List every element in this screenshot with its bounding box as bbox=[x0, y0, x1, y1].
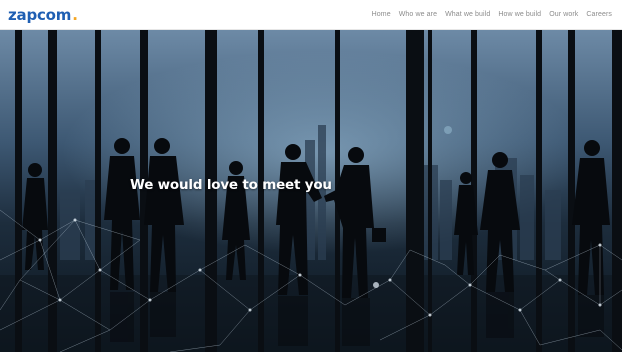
site-header: zapcom. Home Who we are What we build Ho… bbox=[0, 0, 622, 30]
main-nav: Home Who we are What we build How we bui… bbox=[372, 11, 612, 18]
logo-dot: . bbox=[72, 5, 78, 24]
nav-what-we-build[interactable]: What we build bbox=[445, 11, 490, 18]
nav-who-we-are[interactable]: Who we are bbox=[399, 11, 437, 18]
zapcom-logo[interactable]: zapcom. bbox=[8, 6, 78, 24]
nav-how-we-build[interactable]: How we build bbox=[498, 11, 541, 18]
hero-headline: We would love to meet you bbox=[130, 177, 332, 193]
logo-text: zapcom bbox=[8, 5, 72, 24]
page: zapcom. Home Who we are What we build Ho… bbox=[0, 0, 622, 352]
nav-home[interactable]: Home bbox=[372, 11, 391, 18]
nav-our-work[interactable]: Our work bbox=[549, 11, 578, 18]
nav-careers[interactable]: Careers bbox=[586, 11, 612, 18]
hero-banner: We would love to meet you bbox=[0, 30, 622, 352]
